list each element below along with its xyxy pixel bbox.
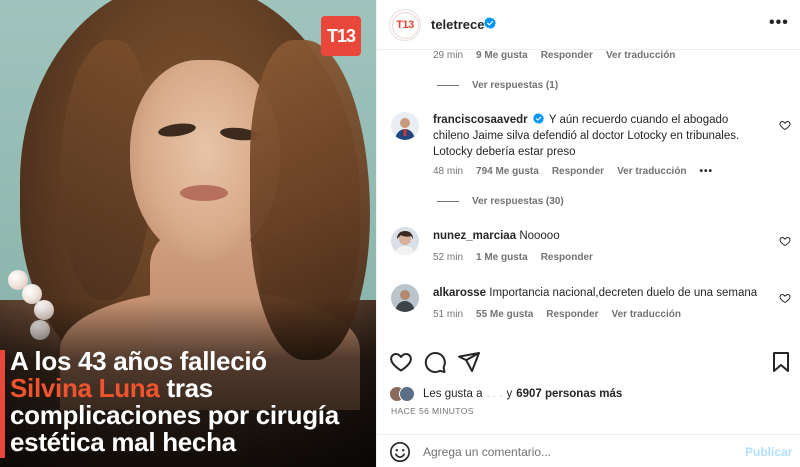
view-replies-label: Ver respuestas (1) xyxy=(472,80,559,91)
comment-text: nunez_marciaa Nooooo xyxy=(433,228,763,244)
like-comment-icon[interactable] xyxy=(779,292,791,304)
comment-likes[interactable]: 9 Me gusta xyxy=(476,50,528,61)
view-replies-line xyxy=(437,201,459,202)
commenter-avatar[interactable] xyxy=(391,227,419,255)
likes-prefix: Les gusta a xyxy=(423,388,483,400)
translate-button[interactable]: Ver traducción xyxy=(606,50,675,61)
avatar-image xyxy=(391,227,419,255)
commenter-username[interactable]: nunez_marciaa xyxy=(433,230,516,242)
save-bookmark-icon[interactable] xyxy=(769,350,793,374)
comment-text: alkarosse Importancia nacional,decreten … xyxy=(433,285,773,301)
comment-icon[interactable] xyxy=(423,350,447,374)
headline-accent-name: Silvina Luna xyxy=(10,373,160,403)
share-send-icon[interactable] xyxy=(457,350,481,374)
comment-meta: 48 min 794 Me gusta Responder Ver traduc… xyxy=(433,166,713,177)
like-comment-icon[interactable] xyxy=(779,119,791,131)
comment-time: 48 min xyxy=(433,166,464,177)
publish-button[interactable]: Publicar xyxy=(745,445,792,459)
translate-button[interactable]: Ver traducción xyxy=(617,166,686,177)
headline-accent-bar xyxy=(0,350,5,458)
view-replies-label: Ver respuestas (30) xyxy=(472,196,564,207)
like-comment-icon[interactable] xyxy=(779,235,791,247)
headline-line-2-rest: tras xyxy=(159,373,213,403)
avatar-image xyxy=(391,284,419,312)
comment-likes[interactable]: 55 Me gusta xyxy=(476,309,533,320)
headline-line-2: Silvina Luna tras xyxy=(10,375,376,402)
comment-likes[interactable]: 794 Me gusta xyxy=(476,166,539,177)
comment-meta: 52 min 1 Me gusta Responder xyxy=(433,252,593,263)
view-replies-line xyxy=(437,85,459,86)
account-avatar-logo: T13 xyxy=(391,11,419,39)
comment-meta: 29 min 9 Me gusta Responder Ver traducci… xyxy=(433,50,675,61)
reply-button[interactable]: Responder xyxy=(546,309,598,320)
emoji-icon[interactable] xyxy=(389,441,411,463)
comment-meta: 51 min 55 Me gusta Responder Ver traducc… xyxy=(433,309,681,320)
comment-body: Nooooo xyxy=(519,230,560,242)
comment-more-icon[interactable]: ••• xyxy=(700,166,714,177)
view-replies-button[interactable]: Ver respuestas (1) xyxy=(437,80,558,91)
post-actions xyxy=(377,338,800,384)
reply-button[interactable]: Responder xyxy=(541,252,593,263)
post-side-panel: T13 teletrece ••• 29 min 9 Me gusta Resp… xyxy=(376,0,800,467)
like-heart-icon[interactable] xyxy=(389,350,413,374)
likes-and: y xyxy=(506,388,513,400)
t13-logo: T13 xyxy=(321,16,361,56)
commenter-username[interactable]: franciscosaavedr xyxy=(433,114,528,126)
headline-line-3: complicaciones por cirugía xyxy=(10,400,339,430)
post-timestamp[interactable]: HACE 56 MINUTOS xyxy=(391,406,474,416)
post-header: T13 teletrece ••• xyxy=(377,0,800,50)
likes-count[interactable]: 6907 personas más xyxy=(516,388,622,400)
verified-badge-icon xyxy=(484,17,496,29)
reply-button[interactable]: Responder xyxy=(541,50,593,61)
headline-line-4: estética mal hecha xyxy=(10,427,236,457)
comment-likes[interactable]: 1 Me gusta xyxy=(476,252,528,263)
likes-summary[interactable]: Les gusta a . . . y 6907 personas más xyxy=(389,386,622,402)
comment-text: franciscosaavedr Y aún recuerdo cuando e… xyxy=(433,112,763,160)
reply-button[interactable]: Responder xyxy=(552,166,604,177)
post-headline: A los 43 años falleció Silvina Luna tras… xyxy=(10,348,376,456)
comments-list: 29 min 9 Me gusta Responder Ver traducci… xyxy=(377,50,800,336)
comment-time: 51 min xyxy=(433,309,464,320)
commenter-username[interactable]: alkarosse xyxy=(433,287,486,299)
comment-composer: Publicar xyxy=(377,434,800,467)
verified-badge-icon xyxy=(532,113,544,124)
comment-input[interactable] xyxy=(423,443,723,461)
comment-body: Importancia nacional,decreten duelo de u… xyxy=(489,287,758,299)
account-avatar[interactable]: T13 xyxy=(389,9,421,41)
headline-line-1: A los 43 años falleció xyxy=(10,346,267,376)
commenter-avatar[interactable] xyxy=(391,112,419,140)
more-options-icon[interactable]: ••• xyxy=(769,14,789,32)
comment-time: 29 min xyxy=(433,50,464,61)
comment-time: 52 min xyxy=(433,252,464,263)
avatar-image xyxy=(391,112,419,140)
lips-shape xyxy=(180,185,228,201)
account-username[interactable]: teletrece xyxy=(431,17,484,32)
commenter-avatar[interactable] xyxy=(391,284,419,312)
post-image[interactable]: T13 A los 43 años falleció Silvina Luna … xyxy=(0,0,376,467)
liker-avatar xyxy=(399,386,415,402)
translate-button[interactable]: Ver traducción xyxy=(612,309,681,320)
view-replies-button[interactable]: Ver respuestas (30) xyxy=(437,196,564,207)
likes-hidden-user[interactable]: . . . xyxy=(486,388,502,400)
